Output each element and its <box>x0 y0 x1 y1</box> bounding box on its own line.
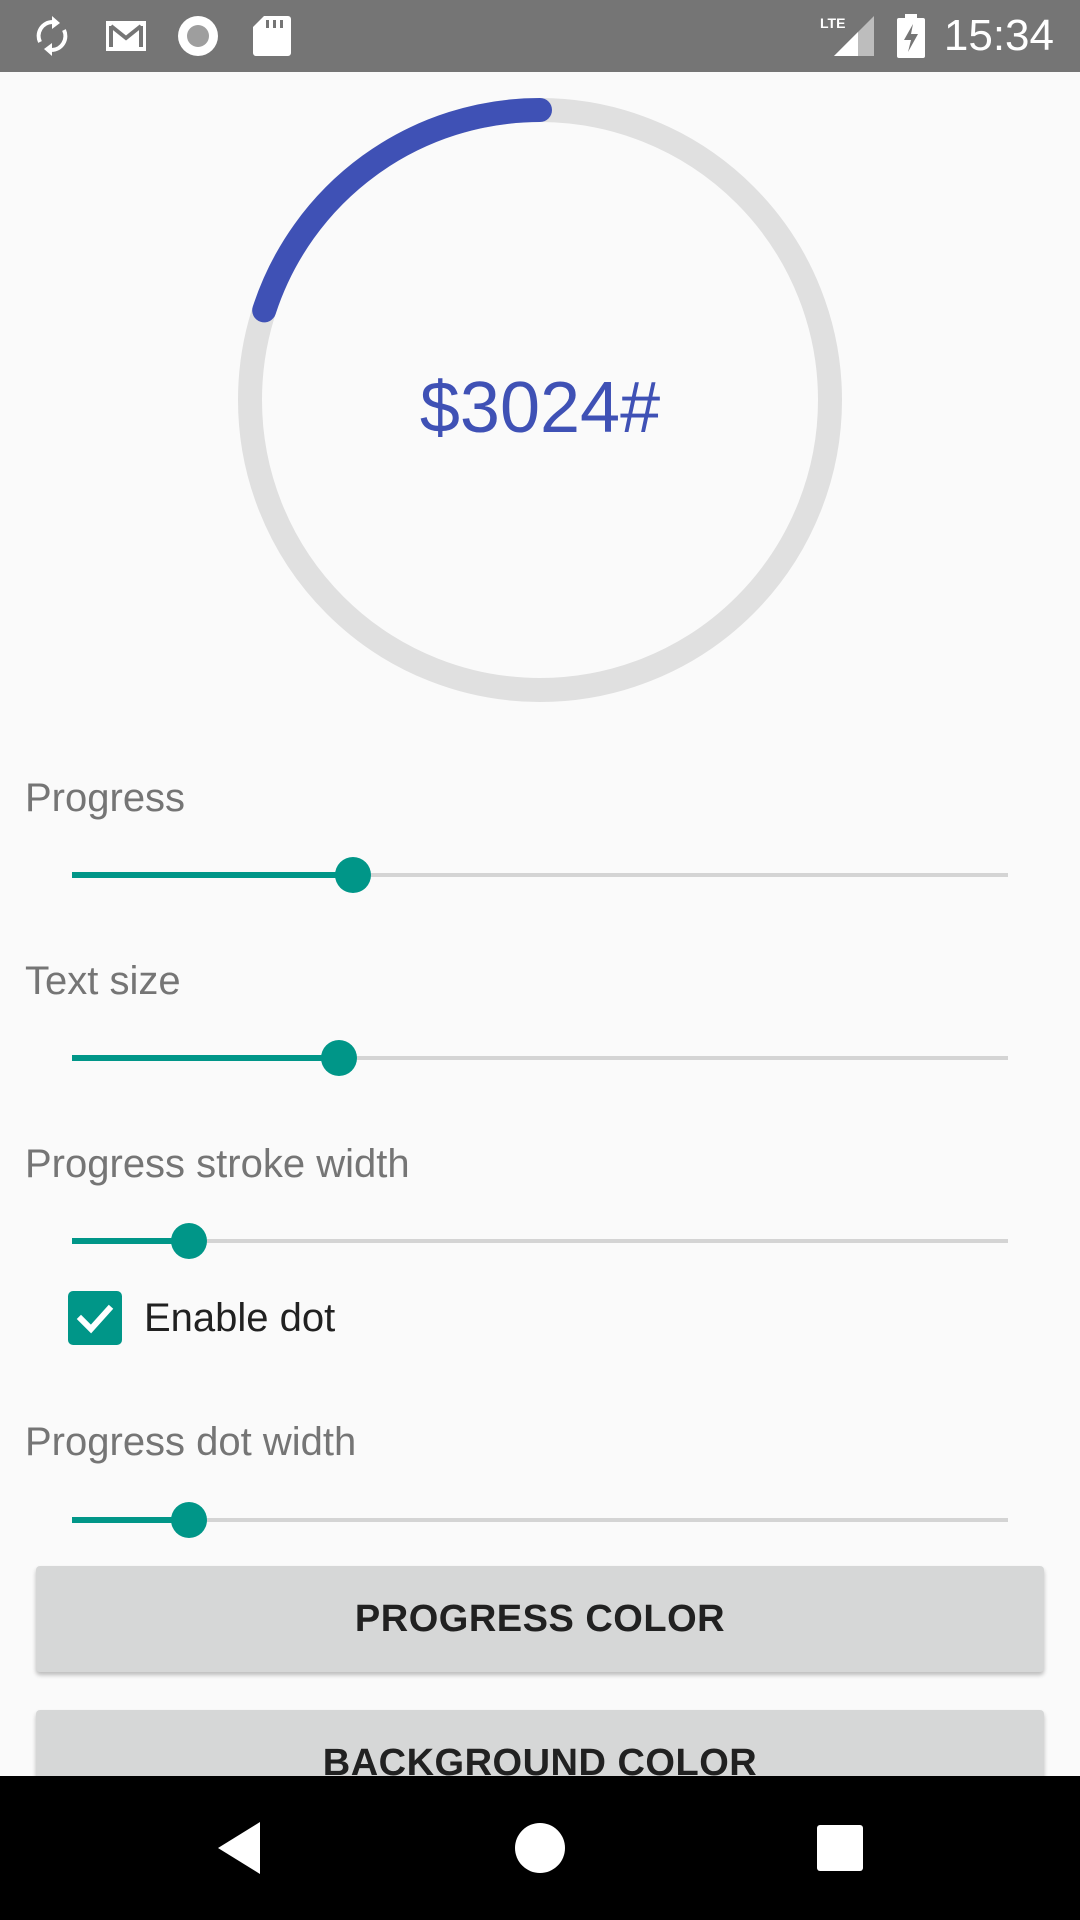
battery-charging-icon <box>896 14 926 58</box>
progress-label: Progress <box>25 776 186 820</box>
status-time: 15:34 <box>943 11 1054 60</box>
svg-text:LTE: LTE <box>820 15 845 31</box>
slider-thumb[interactable] <box>171 1502 207 1538</box>
dot-width-label: Progress dot width <box>25 1420 357 1464</box>
lte-signal-icon: LTE <box>820 14 876 58</box>
slider-thumb[interactable] <box>171 1223 207 1259</box>
recents-icon[interactable] <box>808 1816 872 1880</box>
sd-card-icon <box>250 14 294 58</box>
slider-fill <box>72 1055 339 1061</box>
slider-thumb[interactable] <box>321 1040 357 1076</box>
progress-value-text: $3024# <box>419 368 661 448</box>
text-size-label: Text size <box>25 959 181 1003</box>
enable-dot-label: Enable dot <box>144 1295 336 1340</box>
app-screen: LTE 15:34 $3024# Progress Text size Prog… <box>0 0 1080 1920</box>
back-icon[interactable] <box>208 1816 272 1880</box>
stroke-width-label: Progress stroke width <box>25 1142 410 1186</box>
progress-color-button[interactable]: PROGRESS COLOR <box>36 1566 1044 1672</box>
gmail-icon <box>104 14 148 58</box>
enable-dot-checkbox[interactable]: Enable dot <box>68 1290 335 1346</box>
navigation-bar <box>0 1776 1080 1920</box>
slider-track <box>72 1518 1008 1522</box>
slider-track <box>72 1239 1008 1243</box>
slider-fill <box>72 872 353 878</box>
slider-thumb[interactable] <box>335 857 371 893</box>
home-icon[interactable] <box>508 1816 572 1880</box>
dot-width-slider[interactable] <box>72 1495 1008 1545</box>
stroke-width-slider[interactable] <box>72 1216 1008 1266</box>
status-bar: LTE 15:34 <box>0 0 1080 72</box>
text-size-slider[interactable] <box>72 1033 1008 1083</box>
record-icon <box>176 14 220 58</box>
progress-slider[interactable] <box>72 850 1008 900</box>
sync-icon <box>30 14 74 58</box>
checkbox-checked-icon[interactable] <box>68 1291 122 1345</box>
